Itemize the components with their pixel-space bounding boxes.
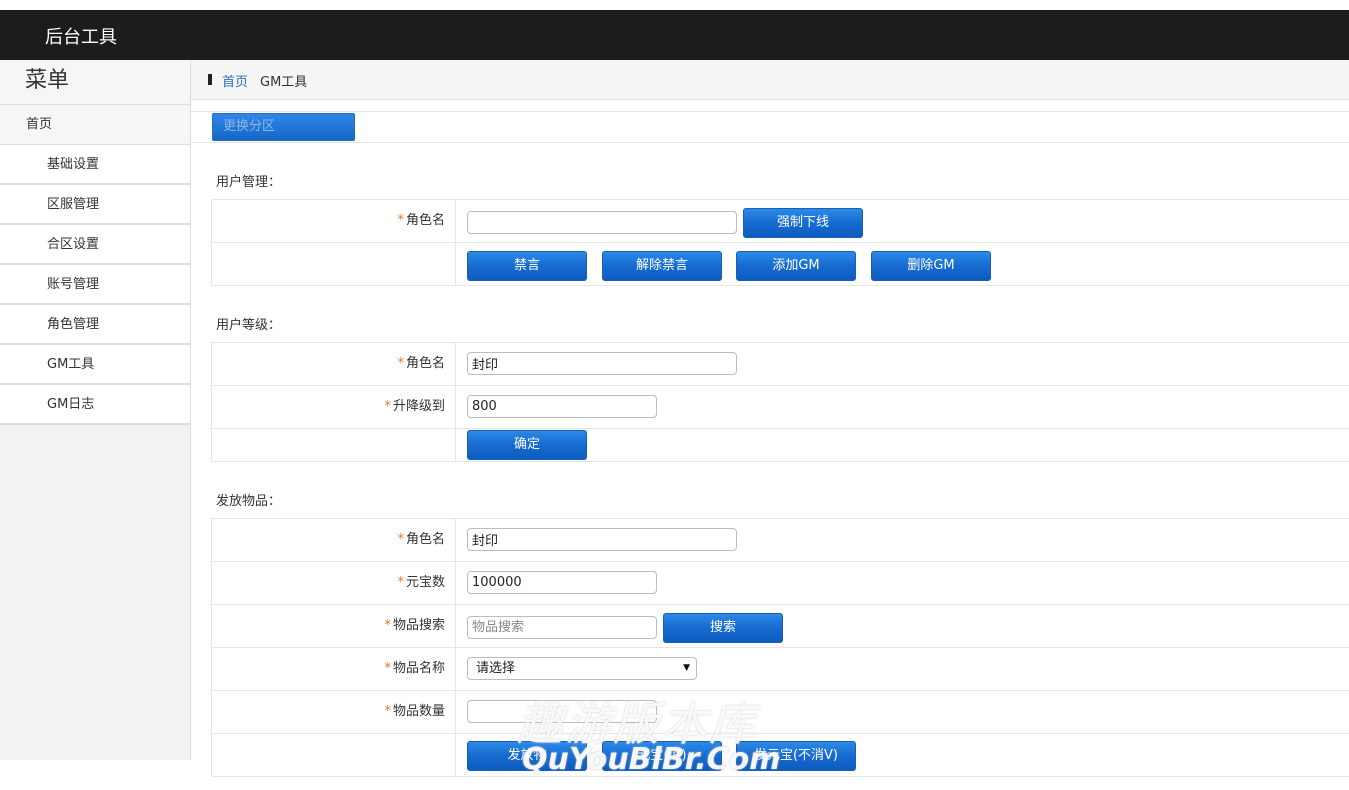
add-gm-button[interactable]: 添加GM xyxy=(736,251,856,281)
breadcrumb: 首页 GM工具 xyxy=(191,60,1349,100)
form-row: * 物品数量 xyxy=(212,691,1349,734)
app-title: 后台工具 xyxy=(45,27,117,48)
breadcrumb-home-link[interactable]: 首页 xyxy=(222,71,248,90)
ingot-amount-label: 元宝数 xyxy=(405,575,445,590)
role-name-label: 角色名 xyxy=(405,213,445,228)
form-row: *物品搜索 搜索 xyxy=(212,605,1349,648)
confirm-level-button[interactable]: 确定 xyxy=(467,430,587,460)
force-offline-button[interactable]: 强制下线 xyxy=(743,208,863,238)
required-star: * xyxy=(384,704,391,719)
send-ingot-noconsume-button[interactable]: 发元宝(不消V) xyxy=(736,741,856,771)
form-row: * 角色名 强制下线 xyxy=(212,200,1349,243)
sidebar-item-role-management[interactable]: 角色管理 xyxy=(0,305,190,345)
send-ingot-consume-button[interactable]: 元宝(消) xyxy=(602,741,722,771)
required-star: * xyxy=(384,399,391,414)
level-role-name-input[interactable] xyxy=(467,352,737,375)
required-star: * xyxy=(397,532,404,547)
item-search-label: 物品搜索 xyxy=(392,618,445,633)
ingot-amount-input[interactable] xyxy=(467,571,657,594)
target-level-input[interactable] xyxy=(467,395,657,418)
form-row: * 元宝数 xyxy=(212,562,1349,605)
required-star: * xyxy=(384,661,391,676)
target-level-label: 升降级到 xyxy=(392,399,445,414)
user-level-form: *角色名 *升降级到 确定 xyxy=(211,342,1349,462)
sidebar-item-gm-log[interactable]: GM日志 xyxy=(0,385,190,425)
top-bar: 后台工具 xyxy=(0,10,1349,60)
sidebar-item-home[interactable]: 首页 xyxy=(0,105,190,145)
user-management-form: * 角色名 强制下线 禁言 解除禁言 添加GM 删除GM xyxy=(211,199,1349,286)
item-name-select[interactable]: 请选择 ▼ xyxy=(467,657,697,680)
role-name-input[interactable] xyxy=(467,211,737,234)
required-star: * xyxy=(397,575,404,590)
sidebar-menu-title: 菜单 xyxy=(0,60,190,105)
item-search-button[interactable]: 搜索 xyxy=(663,613,783,643)
mute-button[interactable]: 禁言 xyxy=(467,251,587,281)
item-name-selected-value: 请选择 xyxy=(476,661,516,676)
breadcrumb-current: GM工具 xyxy=(260,75,308,90)
item-name-label: 物品名称 xyxy=(392,661,445,676)
sidebar: 菜单 首页 基础设置 区服管理 合区设置 账号管理 角色管理 GM工具 GM日志 xyxy=(0,60,191,760)
form-row: 禁言 解除禁言 添加GM 删除GM xyxy=(212,243,1349,286)
section-title-user-management: 用户管理： xyxy=(216,175,282,190)
form-row: 确定 xyxy=(212,429,1349,462)
form-row: * 物品名称 请选择 ▼ xyxy=(212,648,1349,691)
item-quantity-label: 物品数量 xyxy=(392,704,445,719)
role-name-label: 角色名 xyxy=(405,532,445,547)
section-title-send-items: 发放物品： xyxy=(216,494,282,509)
required-star: * xyxy=(397,356,404,371)
item-search-input[interactable] xyxy=(467,616,657,639)
role-name-label: 角色名 xyxy=(405,356,445,371)
send-item-button[interactable]: 发放物 xyxy=(467,741,587,771)
section-title-user-level: 用户等级： xyxy=(216,318,282,333)
sidebar-item-basic-settings[interactable]: 基础设置 xyxy=(0,145,190,185)
switch-zone-button[interactable]: 更换分区 xyxy=(212,113,355,141)
toolbar: 更换分区 xyxy=(191,111,1349,143)
form-row: 发放物 元宝(消) 发元宝(不消V) xyxy=(212,734,1349,777)
item-quantity-input[interactable] xyxy=(467,700,657,723)
sidebar-item-server-management[interactable]: 区服管理 xyxy=(0,185,190,225)
sidebar-item-gm-tools[interactable]: GM工具 xyxy=(0,345,190,385)
sidebar-item-account-management[interactable]: 账号管理 xyxy=(0,265,190,305)
unmute-button[interactable]: 解除禁言 xyxy=(602,251,722,281)
items-role-name-input[interactable] xyxy=(467,528,737,551)
form-row: * 角色名 xyxy=(212,519,1349,562)
sidebar-item-merge-settings[interactable]: 合区设置 xyxy=(0,225,190,265)
form-row: * 角色名 xyxy=(212,343,1349,386)
required-star: * xyxy=(384,618,391,633)
remove-gm-button[interactable]: 删除GM xyxy=(871,251,991,281)
dropdown-caret-icon: ▼ xyxy=(683,663,690,673)
form-row: * 升降级到 xyxy=(212,386,1349,429)
breadcrumb-marker xyxy=(208,74,212,85)
send-items-form: *角色名 *元宝数 *物品搜索 搜索 *物品名称 请选择 ▼ *物品数量 发放物… xyxy=(211,518,1349,777)
required-star: * xyxy=(397,213,404,228)
